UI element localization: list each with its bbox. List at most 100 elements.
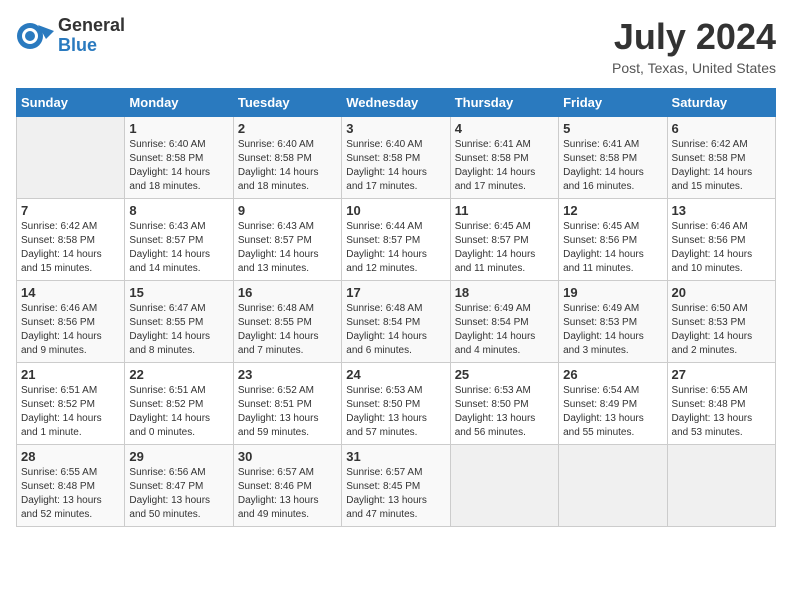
day-info: Sunrise: 6:51 AM Sunset: 8:52 PM Dayligh… [21, 384, 120, 440]
calendar-week-row: 7 Sunrise: 6:42 AM Sunset: 8:58 PM Daylig… [17, 199, 776, 281]
day-number: 4 [455, 121, 554, 136]
day-info: Sunrise: 6:44 AM Sunset: 8:57 PM Dayligh… [346, 220, 445, 276]
day-info: Sunrise: 6:40 AM Sunset: 8:58 PM Dayligh… [238, 138, 337, 194]
day-info: Sunrise: 6:45 AM Sunset: 8:57 PM Dayligh… [455, 220, 554, 276]
calendar-day-cell [667, 445, 775, 527]
day-number: 13 [672, 203, 771, 218]
calendar-day-cell: 28Sunrise: 6:55 AM Sunset: 8:48 PM Dayli… [17, 445, 125, 527]
calendar-day-cell: 13 Sunrise: 6:46 AM Sunset: 8:56 PM Dayli… [667, 199, 775, 281]
calendar-day-cell: 8 Sunrise: 6:43 AM Sunset: 8:57 PM Daylig… [125, 199, 233, 281]
day-number: 26 [563, 367, 662, 382]
calendar-day-cell: 12Sunrise: 6:45 AM Sunset: 8:56 PM Dayli… [559, 199, 667, 281]
day-info: Sunrise: 6:46 AM Sunset: 8:56 PM Dayligh… [672, 220, 771, 276]
calendar-day-cell: 31 Sunrise: 6:57 AM Sunset: 8:45 PM Dayli… [342, 445, 450, 527]
calendar-day-cell: 10 Sunrise: 6:44 AM Sunset: 8:57 PM Dayli… [342, 199, 450, 281]
day-number: 1 [129, 121, 228, 136]
calendar-day-cell: 7 Sunrise: 6:42 AM Sunset: 8:58 PM Daylig… [17, 199, 125, 281]
day-number: 24 [346, 367, 445, 382]
day-info: Sunrise: 6:43 AM Sunset: 8:57 PM Dayligh… [238, 220, 337, 276]
page-header: General Blue July 2024 Post, Texas, Unit… [16, 16, 776, 76]
day-info: Sunrise: 6:51 AM Sunset: 8:52 PM Dayligh… [129, 384, 228, 440]
day-info: Sunrise: 6:43 AM Sunset: 8:57 PM Dayligh… [129, 220, 228, 276]
calendar-day-cell: 9 Sunrise: 6:43 AM Sunset: 8:57 PM Daylig… [233, 199, 341, 281]
calendar-day-cell: 17 Sunrise: 6:48 AM Sunset: 8:54 PM Dayli… [342, 281, 450, 363]
calendar-week-row: 28Sunrise: 6:55 AM Sunset: 8:48 PM Dayli… [17, 445, 776, 527]
day-info: Sunrise: 6:50 AM Sunset: 8:53 PM Dayligh… [672, 302, 771, 358]
day-info: Sunrise: 6:48 AM Sunset: 8:55 PM Dayligh… [238, 302, 337, 358]
location-subtitle: Post, Texas, United States [612, 60, 776, 76]
calendar-day-cell: 25Sunrise: 6:53 AM Sunset: 8:50 PM Dayli… [450, 363, 558, 445]
weekday-header: Saturday [667, 89, 775, 117]
day-info: Sunrise: 6:42 AM Sunset: 8:58 PM Dayligh… [21, 220, 120, 276]
day-info: Sunrise: 6:48 AM Sunset: 8:54 PM Dayligh… [346, 302, 445, 358]
calendar-day-cell [559, 445, 667, 527]
calendar-day-cell: 15Sunrise: 6:47 AM Sunset: 8:55 PM Dayli… [125, 281, 233, 363]
logo-icon [16, 17, 54, 55]
day-number: 14 [21, 285, 120, 300]
day-info: Sunrise: 6:49 AM Sunset: 8:54 PM Dayligh… [455, 302, 554, 358]
day-number: 5 [563, 121, 662, 136]
day-number: 17 [346, 285, 445, 300]
day-info: Sunrise: 6:47 AM Sunset: 8:55 PM Dayligh… [129, 302, 228, 358]
calendar-day-cell: 4 Sunrise: 6:41 AM Sunset: 8:58 PM Daylig… [450, 117, 558, 199]
day-number: 8 [129, 203, 228, 218]
day-number: 30 [238, 449, 337, 464]
day-info: Sunrise: 6:55 AM Sunset: 8:48 PM Dayligh… [672, 384, 771, 440]
weekday-header: Thursday [450, 89, 558, 117]
calendar-day-cell: 1 Sunrise: 6:40 AM Sunset: 8:58 PM Daylig… [125, 117, 233, 199]
day-number: 21 [21, 367, 120, 382]
day-number: 6 [672, 121, 771, 136]
day-info: Sunrise: 6:53 AM Sunset: 8:50 PM Dayligh… [346, 384, 445, 440]
day-number: 31 [346, 449, 445, 464]
calendar-day-cell: 29 Sunrise: 6:56 AM Sunset: 8:47 PM Dayli… [125, 445, 233, 527]
day-number: 25 [455, 367, 554, 382]
day-number: 9 [238, 203, 337, 218]
calendar-day-cell: 27Sunrise: 6:55 AM Sunset: 8:48 PM Dayli… [667, 363, 775, 445]
day-number: 11 [455, 203, 554, 218]
calendar-week-row: 21 Sunrise: 6:51 AM Sunset: 8:52 PM Dayli… [17, 363, 776, 445]
day-number: 22 [129, 367, 228, 382]
day-info: Sunrise: 6:49 AM Sunset: 8:53 PM Dayligh… [563, 302, 662, 358]
calendar-day-cell: 18Sunrise: 6:49 AM Sunset: 8:54 PM Dayli… [450, 281, 558, 363]
day-info: Sunrise: 6:41 AM Sunset: 8:58 PM Dayligh… [563, 138, 662, 194]
day-number: 19 [563, 285, 662, 300]
calendar-day-cell: 19 Sunrise: 6:49 AM Sunset: 8:53 PM Dayli… [559, 281, 667, 363]
day-info: Sunrise: 6:56 AM Sunset: 8:47 PM Dayligh… [129, 466, 228, 522]
calendar-day-cell [17, 117, 125, 199]
logo: General Blue [16, 16, 125, 56]
day-info: Sunrise: 6:55 AM Sunset: 8:48 PM Dayligh… [21, 466, 120, 522]
weekday-header: Wednesday [342, 89, 450, 117]
calendar-day-cell: 6 Sunrise: 6:42 AM Sunset: 8:58 PM Daylig… [667, 117, 775, 199]
calendar-week-row: 14Sunrise: 6:46 AM Sunset: 8:56 PM Dayli… [17, 281, 776, 363]
day-info: Sunrise: 6:57 AM Sunset: 8:45 PM Dayligh… [346, 466, 445, 522]
day-info: Sunrise: 6:54 AM Sunset: 8:49 PM Dayligh… [563, 384, 662, 440]
day-info: Sunrise: 6:41 AM Sunset: 8:58 PM Dayligh… [455, 138, 554, 194]
day-number: 23 [238, 367, 337, 382]
weekday-header: Friday [559, 89, 667, 117]
day-info: Sunrise: 6:40 AM Sunset: 8:58 PM Dayligh… [346, 138, 445, 194]
weekday-header: Tuesday [233, 89, 341, 117]
day-info: Sunrise: 6:57 AM Sunset: 8:46 PM Dayligh… [238, 466, 337, 522]
calendar-table: SundayMondayTuesdayWednesdayThursdayFrid… [16, 88, 776, 527]
day-number: 10 [346, 203, 445, 218]
calendar-day-cell: 2 Sunrise: 6:40 AM Sunset: 8:58 PM Daylig… [233, 117, 341, 199]
calendar-day-cell [450, 445, 558, 527]
calendar-day-cell: 24 Sunrise: 6:53 AM Sunset: 8:50 PM Dayli… [342, 363, 450, 445]
day-number: 12 [563, 203, 662, 218]
calendar-day-cell: 3Sunrise: 6:40 AM Sunset: 8:58 PM Daylig… [342, 117, 450, 199]
calendar-header: SundayMondayTuesdayWednesdayThursdayFrid… [17, 89, 776, 117]
day-info: Sunrise: 6:40 AM Sunset: 8:58 PM Dayligh… [129, 138, 228, 194]
calendar-day-cell: 14Sunrise: 6:46 AM Sunset: 8:56 PM Dayli… [17, 281, 125, 363]
calendar-day-cell: 26 Sunrise: 6:54 AM Sunset: 8:49 PM Dayli… [559, 363, 667, 445]
day-number: 7 [21, 203, 120, 218]
calendar-day-cell: 20Sunrise: 6:50 AM Sunset: 8:53 PM Dayli… [667, 281, 775, 363]
logo-line1: General [58, 16, 125, 36]
calendar-day-cell: 11 Sunrise: 6:45 AM Sunset: 8:57 PM Dayli… [450, 199, 558, 281]
calendar-day-cell: 16Sunrise: 6:48 AM Sunset: 8:55 PM Dayli… [233, 281, 341, 363]
calendar-day-cell: 22 Sunrise: 6:51 AM Sunset: 8:52 PM Dayli… [125, 363, 233, 445]
day-number: 29 [129, 449, 228, 464]
weekday-header: Sunday [17, 89, 125, 117]
day-info: Sunrise: 6:52 AM Sunset: 8:51 PM Dayligh… [238, 384, 337, 440]
day-number: 2 [238, 121, 337, 136]
day-info: Sunrise: 6:42 AM Sunset: 8:58 PM Dayligh… [672, 138, 771, 194]
